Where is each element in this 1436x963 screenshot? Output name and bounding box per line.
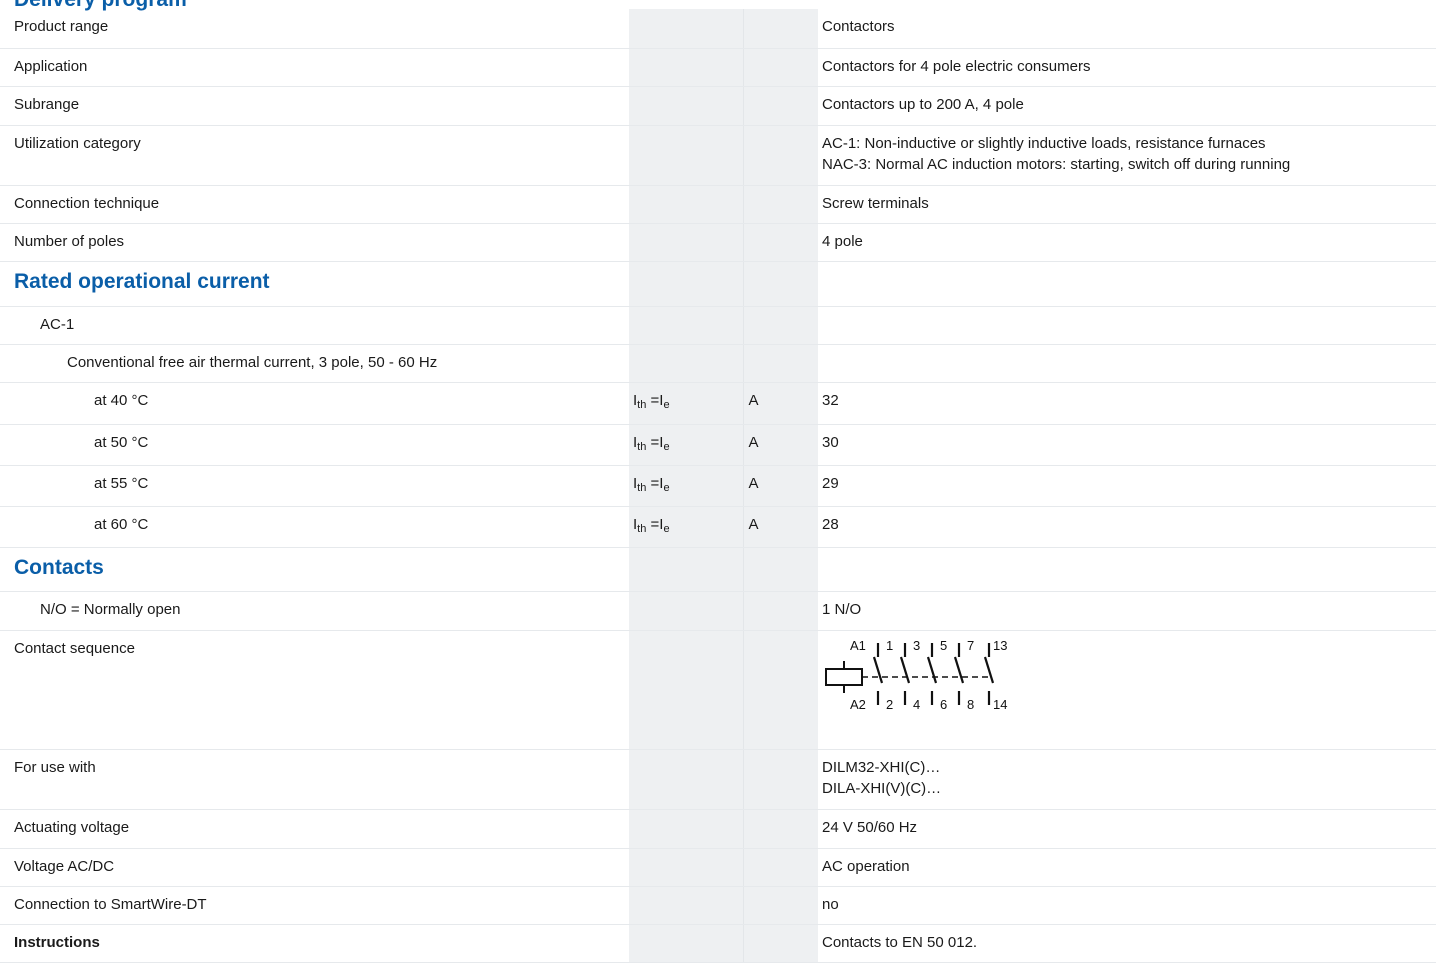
row-unit: A bbox=[748, 474, 759, 492]
row-symbol: Ith =Ie bbox=[633, 515, 670, 535]
row-unit: A bbox=[748, 391, 759, 409]
row-label: N/O = Normally open bbox=[40, 600, 181, 618]
row-label: Subrange bbox=[14, 95, 80, 113]
row-label: Instructions bbox=[14, 933, 100, 951]
diagram-label-bottom: 8 bbox=[967, 697, 974, 712]
row-conventional-current: Conventional free air thermal current, 3… bbox=[0, 344, 1436, 383]
row-value-line: DILM32-XHI(C)… bbox=[822, 758, 941, 776]
row-value-line: AC-1: Non-inductive or slightly inductiv… bbox=[822, 134, 1266, 152]
row-number-of-poles: Number of poles 4 pole bbox=[0, 223, 1436, 262]
row-symbol: Ith =Ie bbox=[633, 433, 670, 453]
row-temp-50: at 50 °C Ith =Ie A 30 bbox=[0, 424, 1436, 466]
row-normally-open: N/O = Normally open 1 N/O bbox=[0, 591, 1436, 631]
row-value: 32 bbox=[822, 391, 839, 409]
row-label: Conventional free air thermal current, 3… bbox=[67, 353, 438, 371]
section-rated-operational-current: Rated operational current bbox=[0, 261, 1436, 307]
diagram-label-top: 3 bbox=[913, 638, 920, 653]
row-value: 24 V 50/60 Hz bbox=[822, 818, 918, 836]
diagram-label-top: 13 bbox=[993, 638, 1007, 653]
row-unit: A bbox=[748, 433, 759, 451]
row-smartwire: Connection to SmartWire-DT no bbox=[0, 886, 1436, 925]
row-value: Contacts to EN 50 012. bbox=[822, 933, 978, 951]
row-symbol: Ith =Ie bbox=[633, 474, 670, 494]
row-label: Application bbox=[14, 57, 88, 75]
row-application: Application Contactors for 4 pole electr… bbox=[0, 48, 1436, 87]
section-title: Rated operational current bbox=[14, 269, 270, 293]
row-temp-55: at 55 °C Ith =Ie A 29 bbox=[0, 465, 1436, 507]
section-contacts: Contacts bbox=[0, 547, 1436, 592]
row-label: at 55 °C bbox=[94, 474, 149, 492]
row-voltage-ac-dc: Voltage AC/DC AC operation bbox=[0, 848, 1436, 887]
row-actuating-voltage: Actuating voltage 24 V 50/60 Hz bbox=[0, 809, 1436, 849]
row-product-range: Product range Contactors bbox=[0, 9, 1436, 49]
diagram-label-top: 5 bbox=[940, 638, 947, 653]
row-value: Screw terminals bbox=[822, 194, 929, 212]
row-label: at 50 °C bbox=[94, 433, 149, 451]
row-label: Voltage AC/DC bbox=[14, 857, 115, 875]
row-value: Contactors for 4 pole electric consumers bbox=[822, 57, 1091, 75]
row-label: Contact sequence bbox=[14, 639, 135, 657]
row-label: Connection technique bbox=[14, 194, 160, 212]
diagram-label-top: 7 bbox=[967, 638, 974, 653]
diagram-label-bottom: A2 bbox=[850, 697, 866, 712]
row-value: AC operation bbox=[822, 857, 910, 875]
row-temp-60: at 60 °C Ith =Ie A 28 bbox=[0, 506, 1436, 548]
row-unit: A bbox=[748, 515, 759, 533]
row-ac1: AC-1 bbox=[0, 306, 1436, 345]
row-symbol: Ith =Ie bbox=[633, 391, 670, 411]
diagram-label-top: A1 bbox=[850, 638, 866, 653]
row-label: Number of poles bbox=[14, 232, 125, 250]
contact-sequence-diagram: A1 1 3 5 7 13 A2 2 4 6 8 14 bbox=[825, 638, 1007, 712]
row-label: Product range bbox=[14, 18, 109, 35]
row-subrange: Subrange Contactors up to 200 A, 4 pole bbox=[0, 86, 1436, 126]
row-utilization-category: Utilization category AC-1: Non-inductive… bbox=[0, 125, 1436, 186]
row-contact-sequence: Contact sequence A1 1 3 5 7 13 A2 2 4 6 … bbox=[0, 630, 1436, 750]
row-value: 1 N/O bbox=[822, 600, 862, 618]
row-label: For use with bbox=[14, 758, 96, 776]
row-label: Actuating voltage bbox=[14, 818, 130, 836]
diagram-label-top: 1 bbox=[886, 638, 893, 653]
row-label: at 40 °C bbox=[94, 391, 149, 409]
specification-table: Product range Contactors Application Con… bbox=[0, 9, 1436, 963]
row-label: Connection to SmartWire-DT bbox=[14, 895, 207, 913]
row-connection-technique: Connection technique Screw terminals bbox=[0, 185, 1436, 224]
row-instructions: Instructions Contacts to EN 50 012. bbox=[0, 924, 1436, 963]
row-label: Utilization category bbox=[14, 134, 141, 152]
row-label: at 60 °C bbox=[94, 515, 149, 533]
row-value: 29 bbox=[822, 474, 839, 492]
row-value: Contactors bbox=[822, 18, 895, 35]
row-value: no bbox=[822, 895, 839, 913]
row-value: 30 bbox=[822, 433, 839, 451]
diagram-label-bottom: 6 bbox=[940, 697, 947, 712]
row-value: 4 pole bbox=[822, 232, 863, 250]
diagram-label-bottom: 4 bbox=[913, 697, 920, 712]
section-title: Contacts bbox=[14, 555, 104, 579]
row-value-line: DILA-XHI(V)(C)… bbox=[822, 779, 942, 797]
row-for-use-with: For use with DILM32-XHI(C)… DILA-XHI(V)(… bbox=[0, 749, 1436, 810]
diagram-label-bottom: 14 bbox=[993, 697, 1007, 712]
row-value: 28 bbox=[822, 515, 839, 533]
row-value-line: NAC-3: Normal AC induction motors: start… bbox=[822, 155, 1291, 173]
row-label: AC-1 bbox=[40, 315, 75, 333]
row-temp-40: at 40 °C Ith =Ie A 32 bbox=[0, 382, 1436, 425]
diagram-label-bottom: 2 bbox=[886, 697, 893, 712]
row-value: Contactors up to 200 A, 4 pole bbox=[822, 95, 1024, 113]
